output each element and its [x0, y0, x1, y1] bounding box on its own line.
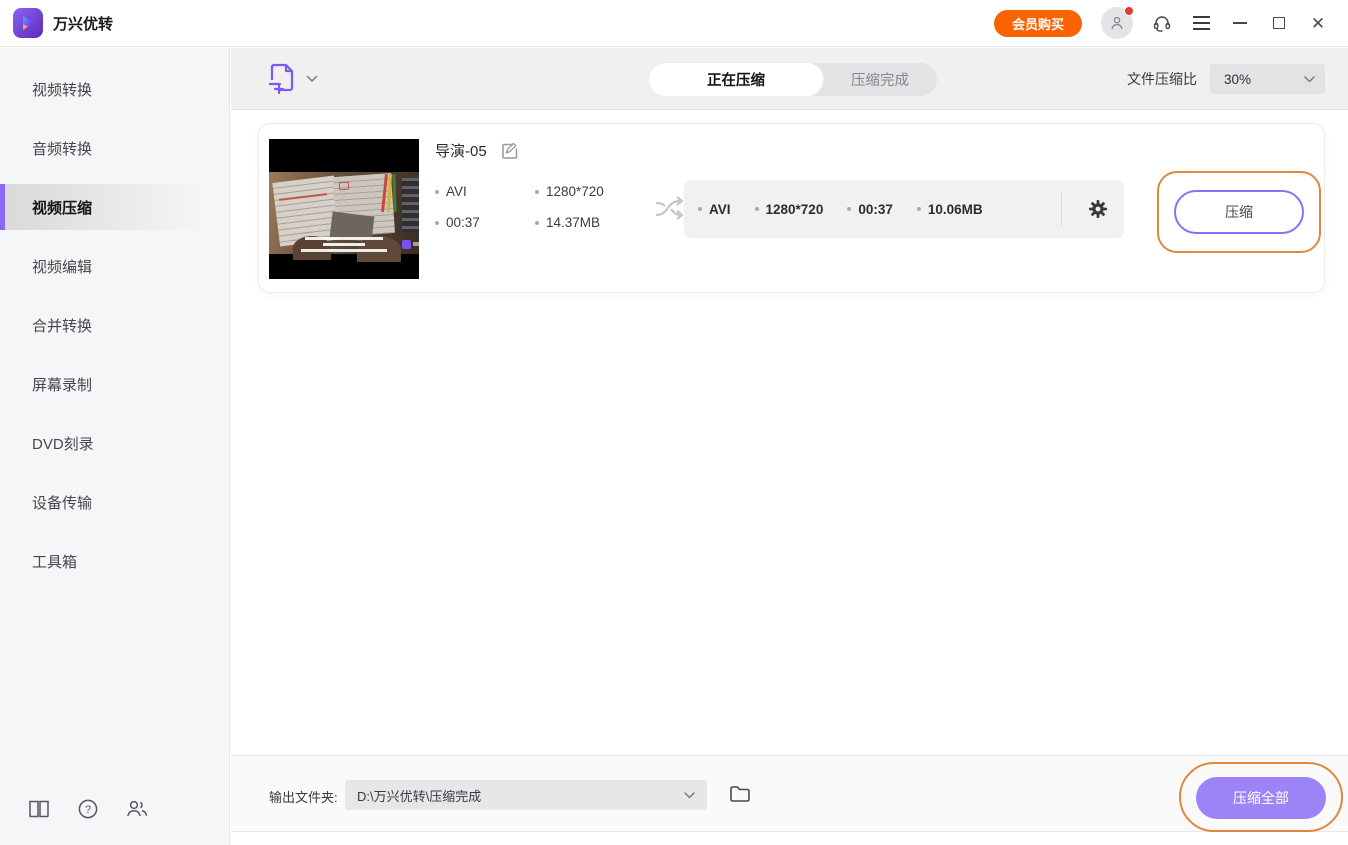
output-size: 10.06MB — [927, 201, 983, 217]
output-format: AVI — [709, 201, 731, 217]
minimize-icon — [1233, 22, 1247, 24]
book-icon — [29, 800, 49, 818]
buy-membership-button[interactable]: 会员购买 — [993, 9, 1082, 37]
community-button[interactable] — [125, 797, 149, 821]
compress-button[interactable]: 压缩 — [1174, 190, 1304, 234]
sidebar-item-dvd-burn[interactable]: DVD刻录 — [0, 420, 229, 466]
maximize-icon — [1273, 17, 1285, 29]
help-button[interactable]: ? — [76, 797, 100, 821]
tab-compressing[interactable]: 正在压缩 — [649, 63, 823, 96]
output-settings-panel: AVI 1280*720 00:37 10.06MB — [684, 180, 1124, 238]
support-headset-button[interactable] — [1152, 13, 1172, 33]
sidebar-item-video-convert[interactable]: 视频转换 — [0, 66, 229, 112]
notification-dot — [1124, 6, 1134, 16]
output-resolution: 1280*720 — [765, 201, 824, 217]
file-card: 导演-05 AVI 1280*720 00:37 14.37MB AVI 128… — [258, 123, 1325, 293]
sidebar-item-video-edit[interactable]: 视频编辑 — [0, 243, 229, 289]
watermark-logo — [402, 240, 419, 249]
sidebar-item-merge-convert[interactable]: 合并转换 — [0, 302, 229, 348]
output-settings-button[interactable] — [1086, 197, 1110, 221]
gear-icon — [1089, 200, 1107, 218]
hamburger-icon — [1192, 16, 1210, 30]
output-duration: 00:37 — [858, 201, 893, 217]
people-icon — [127, 800, 148, 817]
sidebar: 视频转换 音频转换 视频压缩 视频编辑 合并转换 屏幕录制 DVD刻录 设备传输… — [0, 48, 230, 845]
source-duration: 00:37 — [446, 215, 480, 230]
sidebar-item-device-transfer[interactable]: 设备传输 — [0, 479, 229, 525]
sidebar-item-audio-convert[interactable]: 音频转换 — [0, 125, 229, 171]
maximize-button[interactable] — [1269, 13, 1289, 33]
output-folder-dropdown[interactable]: D:\万兴优转\压缩完成 — [345, 780, 707, 810]
close-button[interactable]: ✕ — [1308, 13, 1328, 33]
compression-ratio-label: 文件压缩比 — [1127, 71, 1197, 87]
tab-compress-complete[interactable]: 压缩完成 — [823, 63, 937, 96]
title-bar: 万兴优转 会员购买 ✕ — [0, 0, 1348, 47]
chevron-down-icon — [1304, 75, 1315, 83]
file-list: 导演-05 AVI 1280*720 00:37 14.37MB AVI 128… — [231, 111, 1348, 755]
user-guide-button[interactable] — [27, 797, 51, 821]
toolbar: 正在压缩 压缩完成 文件压缩比 30% — [231, 48, 1348, 110]
sidebar-item-screen-record[interactable]: 屏幕录制 — [0, 361, 229, 407]
minimize-button[interactable] — [1230, 13, 1250, 33]
footer-bar: 输出文件夹: D:\万兴优转\压缩完成 压缩全部 — [231, 755, 1348, 832]
source-format: AVI — [446, 184, 467, 199]
menu-button[interactable] — [1191, 13, 1211, 33]
video-thumbnail — [269, 139, 419, 279]
add-file-button[interactable] — [269, 62, 318, 95]
compression-ratio-dropdown[interactable]: 30% — [1210, 64, 1325, 94]
sidebar-item-toolbox[interactable]: 工具箱 — [0, 538, 229, 584]
main-area: 正在压缩 压缩完成 文件压缩比 30% 导演-05 AVI 1280*720 0… — [231, 48, 1348, 845]
source-resolution: 1280*720 — [546, 184, 604, 199]
file-title: 导演-05 — [435, 143, 487, 160]
app-window: 万兴优转 会员购买 ✕ 视频转换 音频转换 视频压缩 视频编辑 合并转换 屏幕录… — [0, 0, 1348, 845]
user-icon — [1111, 16, 1123, 30]
chevron-down-icon — [306, 75, 318, 82]
rename-icon[interactable] — [501, 142, 519, 160]
user-account-button[interactable] — [1101, 6, 1134, 39]
sidebar-item-video-compress[interactable]: 视频压缩 — [0, 184, 229, 230]
folder-icon — [730, 786, 750, 802]
compress-all-button[interactable]: 压缩全部 — [1196, 777, 1326, 819]
app-title: 万兴优转 — [53, 15, 114, 33]
app-logo-icon — [13, 8, 43, 38]
chevron-down-icon — [684, 791, 695, 799]
add-file-icon — [269, 63, 294, 95]
svg-text:?: ? — [85, 804, 91, 816]
output-folder-path: D:\万兴优转\压缩完成 — [357, 788, 482, 804]
status-tabs: 正在压缩 压缩完成 — [649, 63, 937, 96]
question-icon: ? — [78, 799, 98, 819]
close-icon: ✕ — [1310, 13, 1326, 33]
divider — [1061, 192, 1062, 226]
source-info: AVI 1280*720 00:37 14.37MB — [435, 184, 604, 230]
headset-icon — [1153, 16, 1171, 32]
source-size: 14.37MB — [546, 215, 601, 230]
output-folder-label: 输出文件夹: — [269, 790, 338, 805]
open-folder-button[interactable] — [729, 784, 751, 808]
